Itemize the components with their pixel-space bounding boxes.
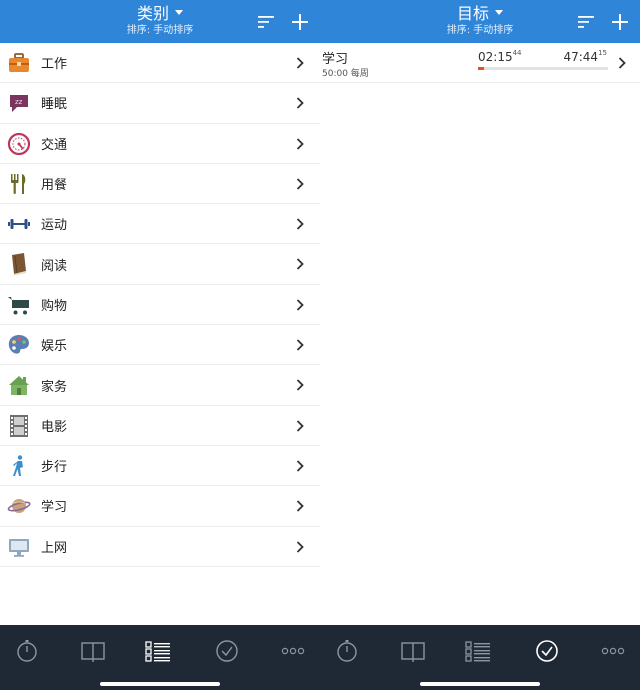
sort-icon[interactable] <box>258 14 276 30</box>
categories-panel: 类别 排序: 手动排序 工作 zz 睡眠 交通 用餐 运动 阅读 购物 娱乐 家… <box>0 0 320 690</box>
chevron-right-icon <box>296 178 304 190</box>
goal-progress-bar <box>478 67 608 70</box>
goal-check-icon[interactable] <box>214 639 240 663</box>
add-icon[interactable] <box>290 12 310 32</box>
goal-progress-fill <box>478 67 484 70</box>
home-indicator <box>420 682 540 686</box>
category-label: 睡眠 <box>41 97 68 113</box>
category-row-dining[interactable]: 用餐 <box>0 164 320 205</box>
briefcase-icon <box>9 53 29 72</box>
chevron-right-icon <box>296 218 304 230</box>
chevron-right-icon <box>296 420 304 432</box>
goal-elapsed-main: 02:15 <box>478 50 513 64</box>
chevron-right-icon <box>296 57 304 69</box>
category-label: 上网 <box>41 540 68 556</box>
goal-elapsed-seconds: 44 <box>512 49 522 57</box>
caret-down-icon <box>175 10 183 15</box>
add-icon[interactable] <box>610 12 630 32</box>
chevron-right-icon <box>296 379 304 392</box>
category-list-icon[interactable] <box>145 639 171 663</box>
category-row-housework[interactable]: 家务 <box>0 365 320 406</box>
book-icon <box>12 253 26 276</box>
stopwatch-icon[interactable] <box>334 639 360 663</box>
chevron-right-icon <box>296 500 304 512</box>
chevron-right-icon <box>618 57 626 69</box>
film-strip-icon <box>10 414 28 437</box>
chevron-right-icon <box>296 258 304 271</box>
category-list-icon[interactable] <box>465 639 491 663</box>
goal-check-icon[interactable] <box>534 639 560 663</box>
category-row-transport[interactable]: 交通 <box>0 124 320 164</box>
stopwatch-icon[interactable] <box>14 639 40 663</box>
shopping-cart-icon <box>8 296 29 315</box>
house-icon <box>9 376 29 396</box>
category-label: 阅读 <box>41 258 68 274</box>
category-list: 工作 zz 睡眠 交通 用餐 运动 阅读 购物 娱乐 家务 电影 步行 学习 上… <box>0 43 320 567</box>
fork-knife-icon <box>11 173 26 194</box>
category-label: 步行 <box>41 460 68 476</box>
caret-down-icon <box>495 10 503 15</box>
category-label: 工作 <box>41 57 68 73</box>
categories-header: 类别 排序: 手动排序 <box>0 0 320 43</box>
goal-remaining-time: 47:4415 <box>563 49 607 64</box>
goal-name: 学习 <box>322 52 349 67</box>
chevron-right-icon <box>296 460 304 472</box>
tab-bar <box>0 625 320 690</box>
goals-title: 目标 <box>456 4 489 23</box>
palette-icon <box>8 335 29 354</box>
planet-icon <box>7 499 31 514</box>
categories-title: 类别 <box>136 4 169 23</box>
speedometer-icon <box>7 132 31 155</box>
goals-panel: 目标 排序: 手动排序 学习 50:00 每周 02:1544 47:4415 <box>320 0 640 690</box>
category-row-reading[interactable]: 阅读 <box>0 244 320 285</box>
category-row-movie[interactable]: 电影 <box>0 406 320 446</box>
category-row-sleep[interactable]: zz 睡眠 <box>0 83 320 124</box>
category-label: 购物 <box>41 298 68 314</box>
more-icon[interactable] <box>600 639 626 663</box>
category-row-sport[interactable]: 运动 <box>0 204 320 245</box>
walking-person-icon <box>13 455 23 476</box>
category-label: 娱乐 <box>41 339 68 355</box>
category-label: 用餐 <box>41 178 68 194</box>
goal-elapsed-time: 02:1544 <box>478 49 522 64</box>
goal-remaining-main: 47:44 <box>563 50 599 64</box>
chevron-right-icon <box>296 97 304 109</box>
category-label: 交通 <box>41 137 68 153</box>
chevron-right-icon <box>296 339 304 351</box>
category-row-work[interactable]: 工作 <box>0 43 320 84</box>
monitor-icon <box>9 538 29 557</box>
more-icon[interactable] <box>280 639 306 663</box>
tab-bar <box>320 625 640 690</box>
book-open-icon[interactable] <box>80 639 106 663</box>
goal-remaining-seconds: 15 <box>598 49 607 57</box>
category-label: 学习 <box>41 500 68 516</box>
sleep-bubble-icon: zz <box>10 95 28 113</box>
chevron-right-icon <box>296 540 304 553</box>
book-open-icon[interactable] <box>400 639 426 663</box>
goal-target: 50:00 每周 <box>322 69 369 79</box>
category-row-entertainment[interactable]: 娱乐 <box>0 325 320 366</box>
goals-header: 目标 排序: 手动排序 <box>320 0 640 43</box>
category-label: 家务 <box>41 379 68 395</box>
category-row-walking[interactable]: 步行 <box>0 446 320 487</box>
category-row-shopping[interactable]: 购物 <box>0 285 320 326</box>
category-row-internet[interactable]: 上网 <box>0 527 320 567</box>
category-label: 电影 <box>41 419 68 435</box>
dumbbell-icon <box>8 219 30 230</box>
category-label: 运动 <box>41 218 68 234</box>
sort-icon[interactable] <box>578 14 596 30</box>
home-indicator <box>100 682 220 686</box>
category-row-study[interactable]: 学习 <box>0 486 320 527</box>
svg-text:zz: zz <box>15 98 23 106</box>
goal-row[interactable]: 学习 50:00 每周 02:1544 47:4415 <box>320 43 640 83</box>
chevron-right-icon <box>296 299 304 311</box>
chevron-right-icon <box>296 137 304 150</box>
